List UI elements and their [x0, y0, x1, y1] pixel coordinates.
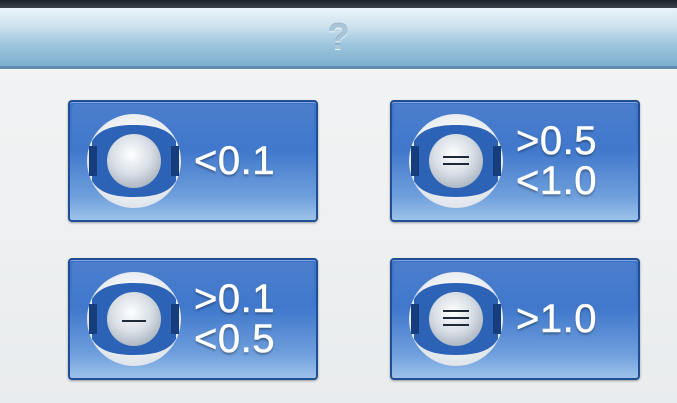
slight-wear-tire-icon — [84, 111, 184, 211]
help-icon[interactable]: ? — [0, 8, 677, 66]
option-label-1: <0.1 — [194, 102, 308, 220]
option-value-3b: <0.5 — [194, 317, 275, 361]
option-label-3: >0.1 <0.5 — [194, 260, 308, 378]
option-value-4: >1.0 — [516, 297, 597, 341]
screen-bezel-edge — [0, 0, 677, 8]
screen: ? <0.1 >0.5 <1.0 >0.1 <0.5 >1.0 — [0, 0, 677, 403]
heavy-wear-tire-icon — [406, 111, 506, 211]
option-value-2b: <1.0 — [516, 159, 597, 203]
severe-wear-tire-icon — [406, 269, 506, 369]
option-value-1: <0.1 — [194, 139, 275, 183]
option-button-3[interactable]: >0.1 <0.5 — [68, 258, 318, 380]
option-label-4: >1.0 — [516, 260, 630, 378]
option-value-3a: >0.1 — [194, 277, 275, 321]
option-button-1[interactable]: <0.1 — [68, 100, 318, 222]
moderate-wear-tire-icon — [84, 269, 184, 369]
option-label-2: >0.5 <1.0 — [516, 102, 630, 220]
option-button-2[interactable]: >0.5 <1.0 — [390, 100, 640, 222]
option-button-4[interactable]: >1.0 — [390, 258, 640, 380]
option-value-2a: >0.5 — [516, 119, 597, 163]
